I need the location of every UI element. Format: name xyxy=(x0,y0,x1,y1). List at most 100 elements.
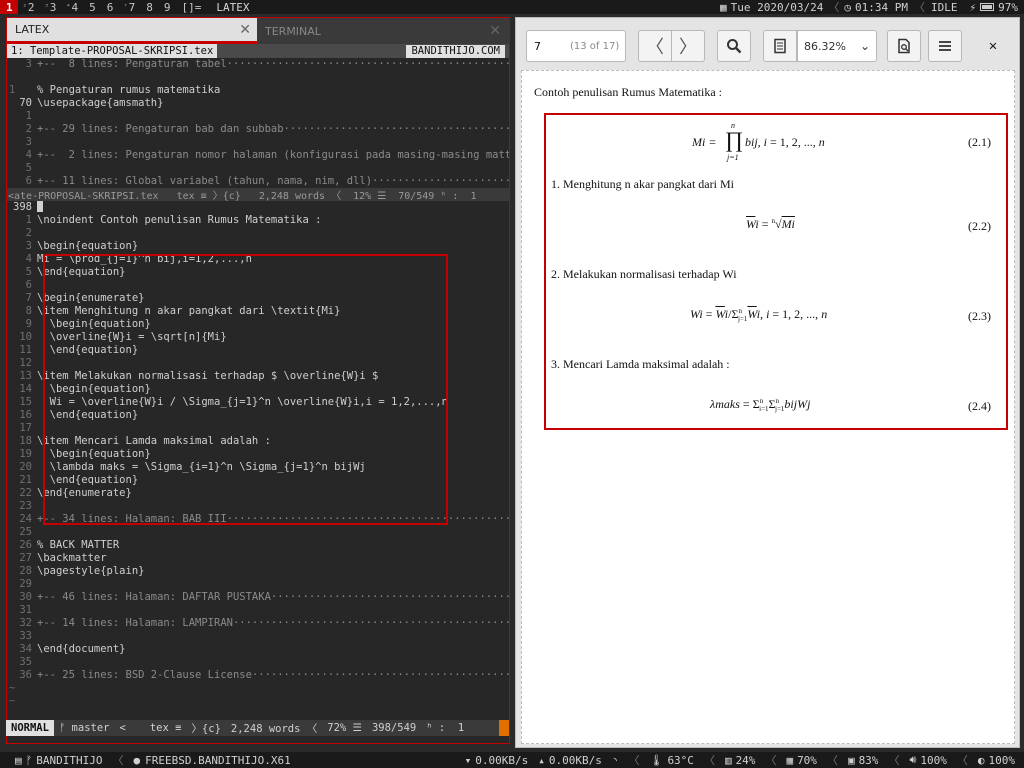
line-text: \item Mencari Lamda maksimal adalah : xyxy=(37,435,271,447)
workspace-9[interactable]: 9 xyxy=(158,0,176,14)
list-item-1: 1. Menghitung n akar pangkat dari Mi xyxy=(551,177,734,191)
code-line[interactable]: 6 +-- 11 lines: Global variabel (tahun, n… xyxy=(7,175,509,188)
code-line[interactable]: 1 xyxy=(7,110,509,123)
prev-page-button[interactable]: 〈 xyxy=(638,30,672,62)
document-button[interactable] xyxy=(887,30,921,62)
machine-name: FREEBSD.BANDITHIJO.X61 xyxy=(145,753,291,767)
pdf-page[interactable]: Contoh penulisan Rumus Matematika : Mi =… xyxy=(521,70,1015,744)
code-line[interactable]: 13 \item Melakukan normalisasi terhadap $… xyxy=(7,370,509,383)
sidebar-button[interactable] xyxy=(763,30,797,62)
code-line[interactable]: 27 \backmatter xyxy=(7,552,509,565)
line-number: 21 xyxy=(19,474,32,486)
code-line[interactable]: 70 \usepackage{amsmath} xyxy=(7,97,509,110)
code-line[interactable]: 36 +-- 25 lines: BSD 2-Clause License····… xyxy=(7,669,509,682)
top-bar: 1 ² 2 ³ 3 ⁴ 4 5 6 ⁷ 7 8 9 []= LATEX ▦ Tue 2020/03/24 … xyxy=(0,0,1024,14)
code-line[interactable]: 14 \begin{equation} xyxy=(7,383,509,396)
code-line[interactable]: 18 \item Mencari Lamda maksimal adalah : xyxy=(7,435,509,448)
code-line[interactable]: 32 +-- 14 lines: Halaman: LAMPIRAN·······… xyxy=(7,617,509,630)
volume[interactable]: 🔊︎ 100% xyxy=(904,753,951,767)
workspace-1[interactable]: 1 xyxy=(0,0,18,14)
code-line[interactable]: ~ xyxy=(7,695,509,708)
code-line[interactable]: ~ xyxy=(7,682,509,695)
page-number-input[interactable]: 7 (13 of 17) xyxy=(526,30,626,62)
tab-terminal[interactable]: TERMINAL ✕ xyxy=(257,18,507,44)
code-line[interactable]: 3 xyxy=(7,136,509,149)
workspace-label: 5 xyxy=(89,0,96,14)
fold-marker: +-- 46 lines: Halaman: DAFTAR PUSTAKA···… xyxy=(37,591,509,603)
code-line[interactable]: 4 Mi = \prod_{j=1}^n bij,i=1,2,...,n xyxy=(7,253,509,266)
code-line[interactable]: 398 xyxy=(7,201,509,214)
code-line[interactable]: 35 xyxy=(7,656,509,669)
code-line[interactable]: 2 xyxy=(7,227,509,240)
code-line[interactable]: 30 +-- 46 lines: Halaman: DAFTAR PUSTAKA·… xyxy=(7,591,509,604)
line-number: 6 xyxy=(25,175,32,187)
line-number: 13 xyxy=(19,370,32,382)
next-page-button[interactable]: 〉 xyxy=(671,30,705,62)
code-line[interactable]: 24 +-- 34 lines: Halaman: BAB III········… xyxy=(7,513,509,526)
code-line[interactable]: 1 \noindent Contoh penulisan Rumus Matema… xyxy=(7,214,509,227)
buffer-name[interactable]: 1: Template-PROPOSAL-SKRIPSI.tex xyxy=(7,44,218,58)
code-line[interactable]: 31 xyxy=(7,604,509,617)
code-line[interactable]: 3 \begin{equation} xyxy=(7,240,509,253)
speaker-icon: 🔊︎ xyxy=(909,753,917,766)
code-line[interactable]: 21 \end{equation} xyxy=(7,474,509,487)
code-line[interactable]: 11 \end{equation} xyxy=(7,344,509,357)
code-line[interactable]: 29 xyxy=(7,578,509,591)
page-number-value: 7 xyxy=(534,39,541,53)
close-icon[interactable]: ✕ xyxy=(239,22,251,38)
code-line[interactable]: 8 \item Menghitung n akar pangkat dari \t… xyxy=(7,305,509,318)
code-line[interactable]: 3 +-- 8 lines: Pengaturan tabel··········… xyxy=(7,58,509,71)
code-line[interactable]: 16 \end{equation} xyxy=(7,409,509,422)
code-line[interactable]: 6 xyxy=(7,279,509,292)
line-number: 6 xyxy=(25,279,32,291)
code-line[interactable] xyxy=(7,71,509,84)
code-line[interactable]: 22 \end{enumerate} xyxy=(7,487,509,500)
memory-value: 70% xyxy=(797,753,817,767)
code-line[interactable]: 17 xyxy=(7,422,509,435)
fold-marker: +-- 29 lines: Pengaturan bab dan subbab·… xyxy=(37,123,509,135)
zoom-select[interactable]: 86.32% ⌄ xyxy=(797,30,877,62)
code-line[interactable]: 26 % BACK MATTER xyxy=(7,539,509,552)
code-line[interactable]: 7 \begin{enumerate} xyxy=(7,292,509,305)
code-line[interactable]: 34 \end{document} xyxy=(7,643,509,656)
workspace-6[interactable]: 6 xyxy=(101,0,119,14)
workspace-2[interactable]: ²2 xyxy=(18,0,40,14)
workspace-3[interactable]: ³3 xyxy=(39,0,61,14)
code-line[interactable]: 9 \begin{equation} xyxy=(7,318,509,331)
line-number: 12 xyxy=(19,357,32,369)
pdf-viewer: 7 (13 of 17) 〈 〉 86.32% ⌄ ✕ Contoh penul xyxy=(515,17,1020,748)
tab-latex[interactable]: LATEX ✕ xyxy=(7,18,257,44)
code-line[interactable]: 10 \overline{W}i = \sqrt[n]{Mi} xyxy=(7,331,509,344)
code-line[interactable]: 5 xyxy=(7,162,509,175)
workspace-10[interactable]: []= xyxy=(176,0,207,14)
close-icon[interactable]: ✕ xyxy=(489,23,501,39)
code-line[interactable]: 15 Wi = \overline{W}i / \Sigma_{j=1}^n \… xyxy=(7,396,509,409)
workspace-7[interactable]: ⁷7 xyxy=(118,0,140,14)
code-line[interactable]: 33 xyxy=(7,630,509,643)
workspace-label: 2 xyxy=(27,0,35,14)
workspace-4[interactable]: ⁴4 xyxy=(61,0,83,14)
workspace-8[interactable]: 8 xyxy=(140,0,158,14)
close-button[interactable]: ✕ xyxy=(980,30,1006,62)
code-line[interactable]: 12 xyxy=(7,357,509,370)
menu-button[interactable] xyxy=(928,30,962,62)
brightness[interactable]: ◐ 100% xyxy=(973,754,1020,767)
code-window-top[interactable]: 3 +-- 8 lines: Pengaturan tabel··········… xyxy=(7,58,509,188)
code-line[interactable]: 25 xyxy=(7,526,509,539)
thermometer-icon: 🌡︎ xyxy=(649,753,664,767)
line-number: 4 xyxy=(25,149,32,161)
code-line[interactable]: 20 \lambda maks = \Sigma_{i=1}^n \Sigma_… xyxy=(7,461,509,474)
code-line[interactable]: 19 \begin{equation} xyxy=(7,448,509,461)
code-line[interactable]: 28 \pagestyle{plain} xyxy=(7,565,509,578)
code-line[interactable]: 1 % Pengaturan rumus matematika xyxy=(7,84,509,97)
line-number: 14 xyxy=(19,383,32,395)
code-window-bottom[interactable]: 398 1 \noindent Contoh penulisan Rumus Mat… xyxy=(7,201,509,708)
search-button[interactable] xyxy=(717,30,751,62)
code-line[interactable]: 4 +-- 2 lines: Pengaturan nomor halaman (… xyxy=(7,149,509,162)
code-line[interactable]: 2 +-- 29 lines: Pengaturan bab dan subbab… xyxy=(7,123,509,136)
code-line[interactable]: 5 \end{equation} xyxy=(7,266,509,279)
workspace-5[interactable]: 5 xyxy=(83,0,101,14)
code-line[interactable]: 23 xyxy=(7,500,509,513)
memory: ▦ 70% xyxy=(781,754,822,767)
line-number: 33 xyxy=(19,630,32,642)
